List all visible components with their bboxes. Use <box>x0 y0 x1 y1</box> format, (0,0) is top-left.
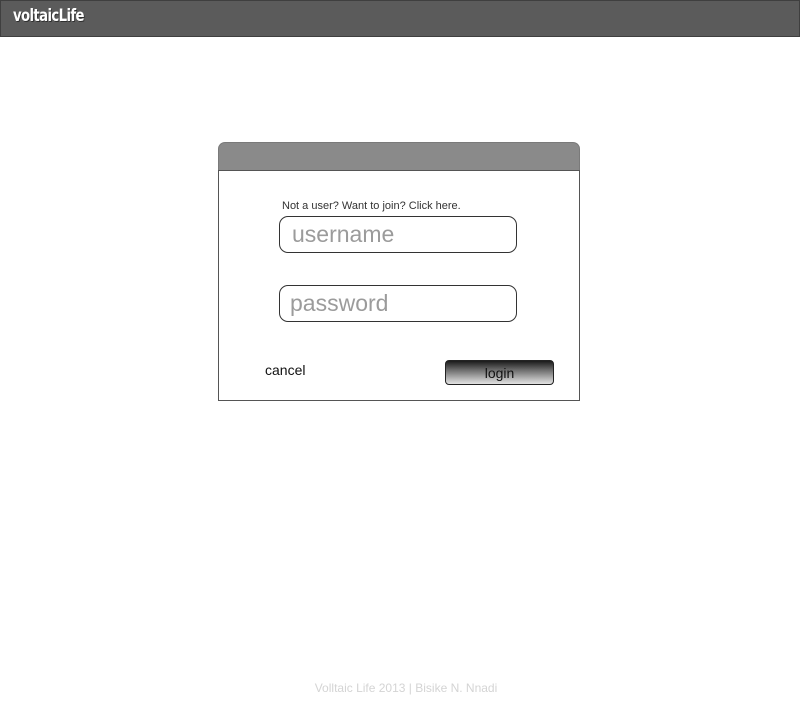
login-button[interactable]: login <box>445 360 554 385</box>
page: voltaicLife Not a user? Want to join? Cl… <box>0 0 800 706</box>
footer-text: Volltaic Life 2013 | Bisike N. Nnadi <box>314 681 498 695</box>
dialog-body: Not a user? Want to join? Click here. ca… <box>218 170 580 401</box>
username-input[interactable] <box>279 216 517 253</box>
join-link[interactable]: Not a user? Want to join? Click here. <box>282 200 461 212</box>
password-input[interactable] <box>279 285 517 322</box>
login-dialog: Not a user? Want to join? Click here. ca… <box>218 142 580 401</box>
top-bar: voltaicLife <box>0 0 800 37</box>
dialog-header <box>218 142 580 170</box>
brand-logo[interactable]: voltaicLife <box>13 6 85 26</box>
cancel-link[interactable]: cancel <box>265 362 305 378</box>
